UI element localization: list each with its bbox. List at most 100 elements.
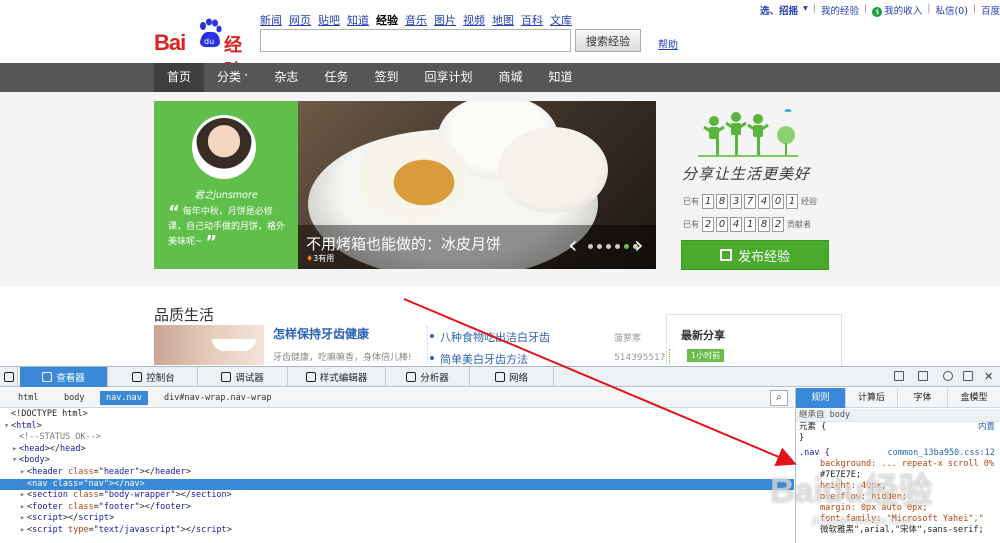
rules-tab[interactable]: 盒模型: [948, 388, 1000, 408]
main-nav-item[interactable]: 分类 ˅: [204, 63, 261, 92]
main-nav-item[interactable]: 回享计划: [411, 63, 485, 92]
baidu-home-link[interactable]: 百度首页: [981, 3, 1000, 17]
list-item[interactable]: 八种食物吃出洁白牙齿 菠萝寒: [430, 326, 670, 348]
markup-node[interactable]: ▸ <head></head>: [0, 444, 794, 456]
markup-node[interactable]: <!DOCTYPE html>: [0, 409, 794, 421]
messages-link[interactable]: 私信(0): [935, 3, 967, 17]
expand-icon[interactable]: ▸: [18, 479, 27, 491]
rules-tab[interactable]: 字体: [898, 388, 948, 408]
main-nav-item[interactable]: 杂志: [261, 63, 311, 92]
baidu-jingyan-logo[interactable]: Bai du 经验: [154, 14, 254, 82]
top-nav-link[interactable]: 音乐: [405, 12, 427, 28]
collapse-icon[interactable]: ▾: [10, 455, 19, 467]
help-link[interactable]: 帮助: [658, 36, 678, 51]
list-item-author[interactable]: 514395517: [614, 353, 666, 363]
main-nav-item[interactable]: 商城: [485, 63, 535, 92]
list-item-title[interactable]: 八种食物吃出洁白牙齿: [440, 329, 550, 345]
list-item-author[interactable]: 菠萝寒: [614, 331, 641, 344]
rules-tab[interactable]: 规则: [796, 388, 846, 408]
split-console-icon[interactable]: [894, 371, 904, 381]
markup-node[interactable]: ▾ <body>: [0, 455, 794, 467]
my-experience-link[interactable]: 我的经验: [821, 3, 859, 17]
tab-network[interactable]: 网络: [470, 367, 554, 387]
markup-node[interactable]: ▸ <script></script>: [0, 513, 794, 525]
top-nav-link[interactable]: 图片: [434, 12, 456, 28]
carousel-dot[interactable]: [588, 244, 593, 249]
top-nav-link[interactable]: 文库: [550, 12, 572, 28]
markup-node[interactable]: ▸ <script type="text/javascript"></script…: [0, 525, 794, 537]
teeth-thumbnail[interactable]: [154, 325, 264, 365]
banner-title[interactable]: 不用烤箱也能做的：冰皮月饼: [306, 233, 501, 254]
tab-inspector[interactable]: 查看器: [20, 367, 108, 387]
css-declaration[interactable]: font-family: "Microsoft Yahei",": [796, 514, 1000, 525]
main-nav-item[interactable]: 知道: [535, 63, 585, 92]
pick-element-icon[interactable]: [0, 367, 18, 387]
top-nav-link[interactable]: 百科: [521, 12, 543, 28]
carousel-next-icon[interactable]: ›: [634, 231, 644, 259]
top-nav-link[interactable]: 经验: [376, 12, 398, 28]
top-nav-link[interactable]: 视频: [463, 12, 485, 28]
tab-debugger[interactable]: 调试器: [198, 367, 288, 387]
dock-icon[interactable]: [963, 371, 973, 381]
css-declaration[interactable]: overflow: hidden;: [796, 492, 1000, 503]
feature-title-link[interactable]: 怎样保持牙齿健康: [273, 325, 369, 342]
main-nav-item[interactable]: 签到: [361, 63, 411, 92]
expand-icon[interactable]: ▸: [18, 490, 27, 502]
top-nav-link[interactable]: 知道: [347, 12, 369, 28]
responsive-icon[interactable]: [918, 371, 928, 381]
markup-node[interactable]: ▾ <html>: [0, 421, 794, 433]
featured-banner[interactable]: 君之junsmore “ 每年中秋，月饼是必修课，自己动手做的月饼，格外美味呢~…: [154, 101, 656, 269]
expand-icon[interactable]: ▸: [18, 467, 27, 479]
username-link[interactable]: 选、招摇: [760, 3, 798, 17]
markup-node[interactable]: ▸ <section class="body-wrapper"></section…: [0, 490, 794, 502]
list-item[interactable]: 简单美白牙齿方法 514395517: [430, 348, 670, 365]
element-rule[interactable]: 元素 {内置: [796, 422, 1000, 433]
css-declaration[interactable]: height: 40px;: [796, 481, 1000, 492]
rules-tab[interactable]: 计算后: [846, 388, 898, 408]
top-nav-link[interactable]: 地图: [492, 12, 514, 28]
expand-icon[interactable]: ▸: [10, 444, 19, 456]
carousel-prev-icon[interactable]: ‹: [568, 231, 578, 259]
css-declaration[interactable]: #7E7E7E;: [796, 470, 1000, 481]
css-declaration[interactable]: 微软雅黑",arial,"宋体",sans-serif;: [796, 525, 1000, 536]
nav-rule[interactable]: .nav {common_13ba950.css:12: [796, 448, 1000, 459]
stylesheet-link[interactable]: common_13ba950.css:12: [888, 448, 995, 459]
expand-icon[interactable]: ▸: [18, 525, 27, 537]
author-name[interactable]: 君之junsmore: [154, 187, 298, 201]
top-nav-link[interactable]: 新闻: [260, 12, 282, 28]
top-nav-link[interactable]: 贴吧: [318, 12, 340, 28]
my-income-link[interactable]: 我的收入: [884, 6, 922, 17]
markup-node[interactable]: ▸ <header class="header"></header>: [0, 467, 794, 479]
expand-icon[interactable]: ▸: [18, 502, 27, 514]
close-icon[interactable]: ✕: [984, 370, 993, 383]
search-icon[interactable]: ⌕: [770, 390, 788, 406]
chevron-down-icon[interactable]: ▾: [803, 3, 808, 17]
carousel-dot[interactable]: [606, 244, 611, 249]
main-nav-item[interactable]: 任务: [311, 63, 361, 92]
list-item-title[interactable]: 简单美白牙齿方法: [440, 351, 528, 365]
markup-node[interactable]: ▸ <nav class="nav"></nav>: [0, 478, 794, 491]
breadcrumb-navwrap[interactable]: div#nav-wrap.nav-wrap: [164, 391, 271, 405]
carousel-dot[interactable]: [597, 244, 602, 249]
gear-icon[interactable]: [943, 371, 953, 381]
carousel-dot[interactable]: [624, 244, 629, 249]
expand-icon[interactable]: ▸: [18, 513, 27, 525]
css-declaration[interactable]: margin: 0px auto 0px;: [796, 503, 1000, 514]
top-nav-link[interactable]: 网页: [289, 12, 311, 28]
css-declaration[interactable]: background: ... repeat-x scroll 0%: [796, 459, 1000, 470]
tab-console[interactable]: 控制台: [110, 367, 198, 387]
tab-style-editor[interactable]: 样式编辑器: [288, 367, 386, 387]
main-nav-item[interactable]: 首页: [154, 63, 205, 92]
breadcrumb-html[interactable]: html: [18, 391, 38, 405]
markup-node[interactable]: ▸ <footer class="footer"></footer>: [0, 502, 794, 514]
breadcrumb-nav[interactable]: nav.nav: [100, 391, 148, 405]
publish-experience-button[interactable]: 发布经验: [681, 240, 829, 270]
breadcrumb-body[interactable]: body: [64, 391, 84, 405]
markup-node[interactable]: <!--STATUS OK-->: [0, 432, 794, 444]
carousel-dot[interactable]: [615, 244, 620, 249]
search-button[interactable]: 搜索经验: [575, 29, 641, 52]
search-input[interactable]: [260, 29, 571, 52]
avatar[interactable]: [192, 115, 256, 179]
tab-profiler[interactable]: 分析器: [386, 367, 470, 387]
collapse-icon[interactable]: ▾: [2, 421, 11, 433]
